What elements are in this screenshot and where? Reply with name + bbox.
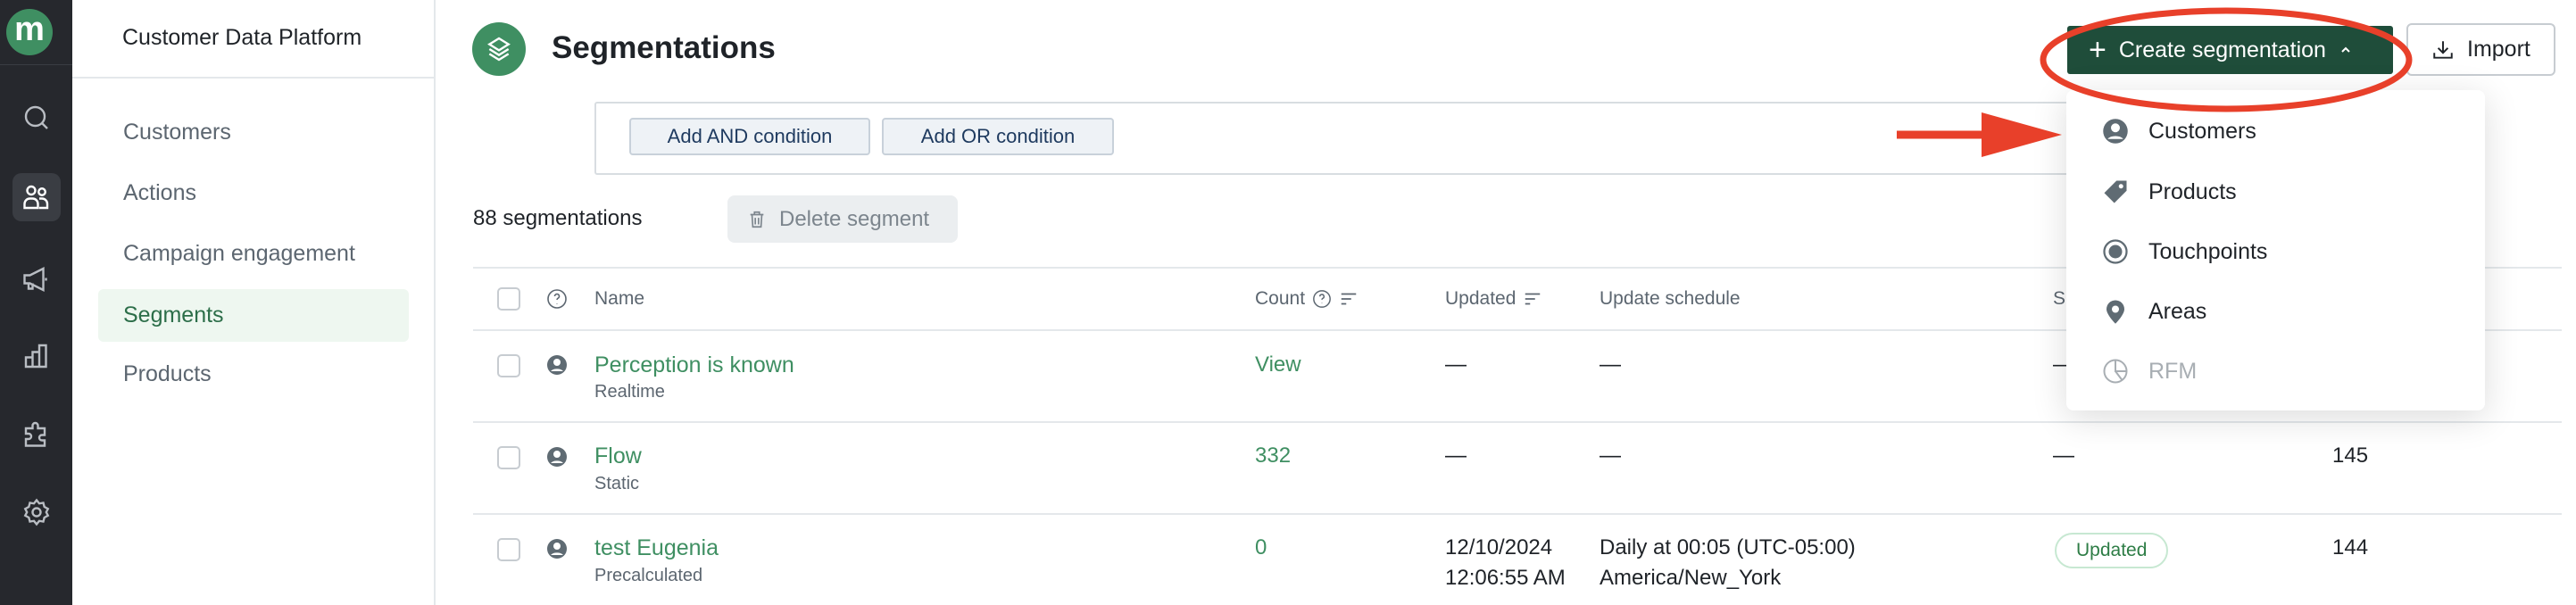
- column-header-updated[interactable]: Updated: [1445, 288, 1542, 310]
- download-icon: [2433, 40, 2453, 59]
- sort-icon[interactable]: [1523, 289, 1542, 309]
- count-value-link[interactable]: 0: [1255, 535, 1267, 560]
- add-or-condition-button[interactable]: Add OR condition: [882, 118, 1114, 155]
- search-icon[interactable]: [12, 94, 61, 142]
- last-column-value: 145: [2332, 443, 2369, 468]
- pie-chart-icon: [2103, 359, 2128, 384]
- import-label: Import: [2467, 37, 2530, 62]
- status-badge: Updated: [2055, 533, 2169, 568]
- menu-item-rfm: RFM: [2066, 344, 2485, 398]
- chart-icon[interactable]: [12, 332, 61, 380]
- add-and-condition-button[interactable]: Add AND condition: [629, 118, 870, 155]
- create-segmentation-label: Create segmentation: [2118, 37, 2326, 62]
- map-pin-icon: [2107, 300, 2124, 324]
- delete-segment-label: Delete segment: [779, 206, 930, 231]
- schedule-timezone: America/New_York: [1600, 566, 1782, 590]
- radio-icon: [2103, 239, 2128, 264]
- updated-value: —: [1445, 443, 1467, 468]
- column-header-count[interactable]: Count: [1255, 288, 1359, 310]
- sidebar-item-products[interactable]: Products: [98, 348, 409, 401]
- puzzle-icon[interactable]: [12, 410, 61, 458]
- import-button[interactable]: Import: [2406, 23, 2555, 76]
- schedule-value: —: [1600, 443, 1621, 468]
- count-view-link[interactable]: View: [1255, 352, 1301, 377]
- trash-icon: [750, 211, 764, 228]
- last-column-value: 144: [2332, 535, 2369, 559]
- segment-type: Realtime: [594, 382, 665, 402]
- users-icon[interactable]: [12, 173, 61, 221]
- status-value: —: [2053, 443, 2074, 468]
- create-segmentation-button[interactable]: + Create segmentation: [2067, 26, 2393, 74]
- menu-item-customers[interactable]: Customers: [2066, 104, 2485, 158]
- row-checkbox[interactable]: [497, 446, 520, 469]
- select-all-checkbox[interactable]: [497, 287, 520, 311]
- sidebar-item-campaign-engagement[interactable]: Campaign engagement: [98, 228, 409, 280]
- sidebar-item-segments[interactable]: Segments: [98, 289, 409, 342]
- segment-name-link[interactable]: Perception is known: [594, 352, 794, 378]
- menu-item-products[interactable]: Products: [2066, 165, 2485, 219]
- sidebar-item-customers[interactable]: Customers: [98, 106, 409, 159]
- divider: [72, 77, 436, 79]
- megaphone-icon[interactable]: [12, 255, 61, 303]
- app-rail: m: [0, 0, 72, 605]
- schedule-value: Daily at 00:05 (UTC-05:00): [1600, 535, 1856, 559]
- row-checkbox[interactable]: [497, 538, 520, 561]
- schedule-value: —: [1600, 352, 1621, 377]
- secondary-sidebar: Customer Data Platform Customers Actions…: [72, 0, 436, 605]
- app-logo[interactable]: m: [6, 9, 53, 55]
- chevron-up-icon: [2341, 46, 2350, 53]
- plus-icon: +: [2089, 33, 2107, 67]
- menu-item-touchpoints[interactable]: Touchpoints: [2066, 225, 2485, 278]
- delete-segment-button[interactable]: Delete segment: [727, 195, 958, 243]
- sort-icon[interactable]: [1339, 289, 1359, 309]
- layers-icon: [472, 22, 526, 76]
- column-header-update-schedule: Update schedule: [1600, 288, 1741, 309]
- gear-icon[interactable]: [12, 488, 61, 536]
- user-circle-icon: [547, 447, 567, 467]
- segment-name-link[interactable]: test Eugenia: [594, 535, 719, 561]
- segment-name-link[interactable]: Flow: [594, 443, 642, 469]
- updated-date: 12/10/2024: [1445, 535, 1553, 559]
- sidebar-title: Customer Data Platform: [122, 25, 362, 50]
- user-circle-icon: [2103, 119, 2128, 144]
- user-circle-icon: [547, 355, 567, 375]
- segment-type: Precalculated: [594, 566, 703, 585]
- updated-value: —: [1445, 352, 1467, 377]
- help-icon[interactable]: [1312, 289, 1332, 309]
- divider: [473, 513, 2562, 515]
- count-value-link[interactable]: 332: [1255, 443, 1291, 468]
- create-segmentation-menu: Customers Products Touchpoints Areas RFM: [2066, 90, 2485, 410]
- menu-item-areas[interactable]: Areas: [2066, 285, 2485, 338]
- sidebar-item-actions[interactable]: Actions: [98, 167, 409, 220]
- divider: [0, 64, 72, 65]
- page-title: Segmentations: [552, 30, 776, 65]
- segmentation-count: 88 segmentations: [473, 206, 643, 230]
- updated-time: 12:06:55 AM: [1445, 566, 1566, 590]
- column-header-name[interactable]: Name: [594, 288, 644, 310]
- user-circle-icon: [547, 539, 567, 559]
- segment-type: Static: [594, 474, 640, 493]
- column-header-status: S: [2053, 288, 2066, 309]
- tag-icon: [2104, 180, 2127, 203]
- help-icon[interactable]: [546, 288, 568, 310]
- divider: [473, 421, 2562, 423]
- row-checkbox[interactable]: [497, 354, 520, 377]
